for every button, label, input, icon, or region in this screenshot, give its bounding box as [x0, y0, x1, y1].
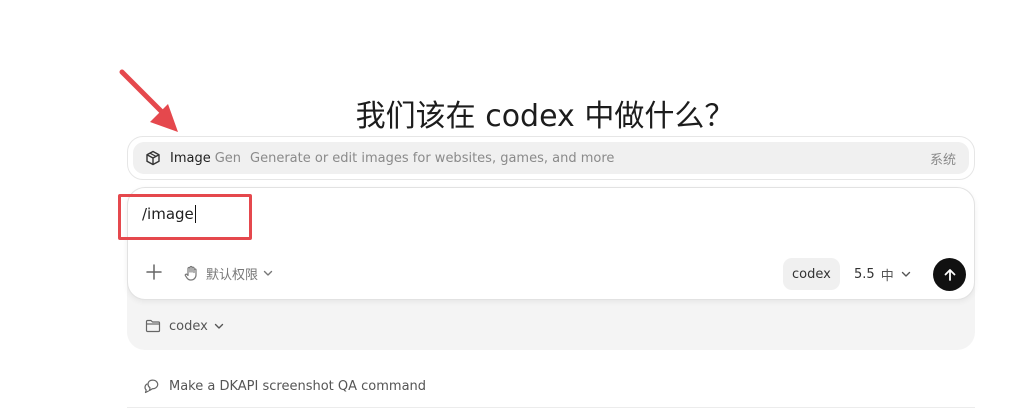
chat-bubble-icon: [143, 378, 161, 394]
composer: /image 默认权限 codex 5.5 中: [127, 187, 975, 300]
page-title: 我们该在 codex 中做什么？: [355, 99, 735, 134]
effort-label: 中: [880, 268, 894, 284]
divider: [127, 407, 975, 408]
folder-icon: [145, 319, 161, 333]
model-label: 5.5: [854, 266, 875, 282]
chevron-down-icon: [214, 321, 224, 331]
chevron-down-icon: [901, 269, 911, 279]
arrow-up-icon: [944, 268, 955, 281]
workspace-chip-label: codex: [792, 266, 831, 282]
cube-icon: [145, 150, 161, 166]
permission-selector[interactable]: 默认权限: [184, 263, 273, 283]
suggestion-description: Generate or edit images for websites, ga…: [250, 150, 615, 166]
suggestion-tag: 系统: [929, 152, 956, 168]
plus-icon: [146, 264, 162, 280]
hand-icon: [184, 265, 199, 281]
suggested-prompt-label: Make a DKAPI screenshot QA command: [169, 378, 427, 394]
project-folder-label: codex: [169, 318, 208, 334]
suggestion-name: Image: [170, 150, 211, 166]
slash-command-suggestions: Image Gen Generate or edit images for we…: [127, 136, 975, 180]
model-selector[interactable]: 5.5 中: [854, 264, 911, 284]
add-attachment-button[interactable]: [145, 263, 163, 281]
permission-label: 默认权限: [206, 267, 259, 283]
suggestion-name-suffix: Gen: [214, 150, 242, 166]
workspace-chip[interactable]: codex: [783, 258, 840, 290]
send-button[interactable]: [933, 258, 966, 291]
project-folder-selector[interactable]: codex: [145, 316, 224, 336]
annotation-highlight-box: [118, 194, 252, 240]
chevron-down-icon: [263, 268, 273, 278]
suggested-prompt[interactable]: Make a DKAPI screenshot QA command: [143, 376, 426, 396]
page: 我们该在 codex 中做什么？ Image Gen Generate or e…: [0, 0, 1024, 418]
suggestion-item-image-gen[interactable]: Image Gen Generate or edit images for we…: [133, 142, 969, 174]
